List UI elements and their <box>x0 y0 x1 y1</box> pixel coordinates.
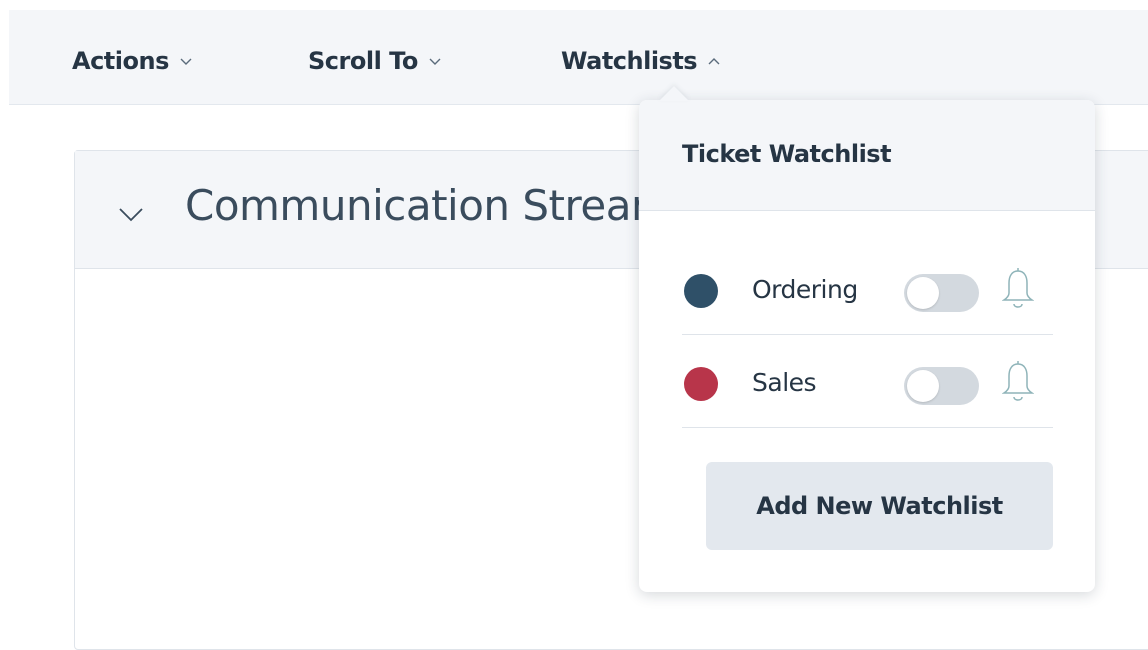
toggle-knob <box>907 277 939 309</box>
scroll-to-menu-label: Scroll To <box>308 47 418 75</box>
watchlist-dropdown: Ticket Watchlist Ordering Sales Add New … <box>639 100 1095 592</box>
toggle-knob <box>907 370 939 402</box>
actions-menu-label: Actions <box>72 47 169 75</box>
actions-menu[interactable]: Actions <box>72 47 194 75</box>
dropdown-header: Ticket Watchlist <box>639 100 1095 211</box>
scroll-to-menu[interactable]: Scroll To <box>308 47 443 75</box>
watchlist-color-dot <box>684 274 718 308</box>
watchlists-menu[interactable]: Watchlists <box>561 47 722 75</box>
watchlist-toggle[interactable] <box>904 274 979 312</box>
watchlist-color-dot <box>684 367 718 401</box>
watchlist-item-ordering: Ordering <box>682 242 1053 335</box>
bell-icon[interactable] <box>1002 359 1034 407</box>
chevron-down-icon <box>178 53 194 69</box>
watchlists-menu-label: Watchlists <box>561 47 698 75</box>
widget-title: Communication Stream <box>185 181 672 230</box>
dropdown-pointer <box>659 86 689 101</box>
bell-icon[interactable] <box>1002 266 1034 314</box>
watchlist-label: Ordering <box>752 275 858 304</box>
chevron-down-icon[interactable] <box>117 200 145 228</box>
watchlist-item-sales: Sales <box>682 335 1053 428</box>
add-new-watchlist-button[interactable]: Add New Watchlist <box>706 462 1053 550</box>
dropdown-title: Ticket Watchlist <box>682 140 892 168</box>
chevron-down-icon <box>427 53 443 69</box>
watchlist-label: Sales <box>752 368 817 397</box>
ticket-toolbar: Actions Scroll To Watchlists <box>9 10 1148 105</box>
watchlist-toggle[interactable] <box>904 367 979 405</box>
chevron-up-icon <box>706 53 722 69</box>
